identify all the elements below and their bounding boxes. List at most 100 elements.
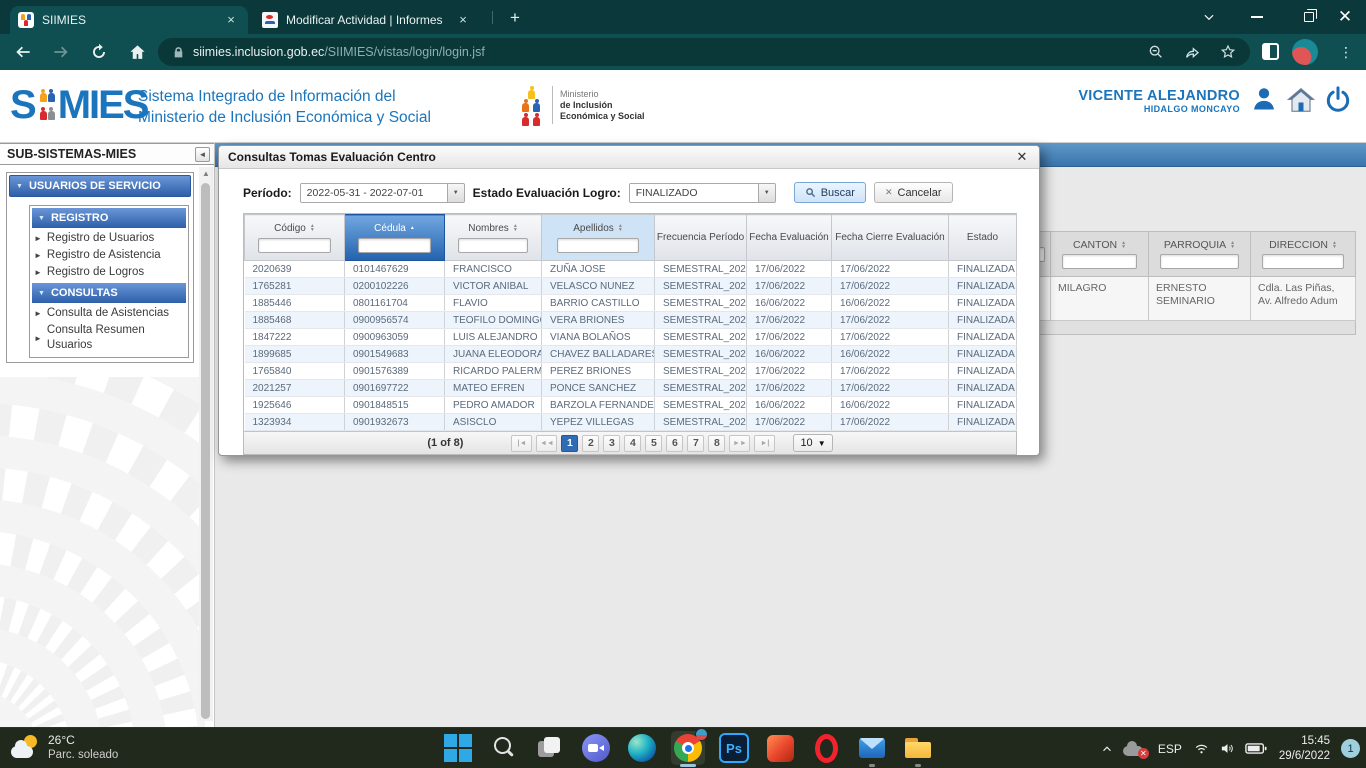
table-row[interactable]: 20212570901697722MATEO EFRENPONCE SANCHE…	[245, 380, 1017, 397]
page-button-4[interactable]: 4	[624, 435, 641, 452]
new-tab-button[interactable]: +	[504, 7, 526, 29]
search-taskbar-button[interactable]	[487, 731, 521, 765]
column-header-nombres[interactable]: Nombres▲▼	[445, 215, 542, 261]
profile-avatar[interactable]	[1292, 39, 1318, 65]
estado-select[interactable]: FINALIZADO ▼	[629, 183, 776, 203]
sort-icon[interactable]: ▲▼	[310, 224, 315, 232]
notification-count-badge[interactable]: 1	[1341, 739, 1360, 758]
share-icon[interactable]	[1184, 44, 1200, 60]
onedrive-error-icon[interactable]: ✕	[1123, 741, 1147, 757]
column-header-frecuencia-período[interactable]: Frecuencia Período	[655, 215, 747, 261]
page-button-7[interactable]: 7	[687, 435, 704, 452]
table-row[interactable]: 18854460801161704FLAVIOBARRIO CASTILLOSE…	[245, 295, 1017, 312]
column-header-apellidos[interactable]: Apellidos▲▼	[542, 215, 655, 261]
page-button-2[interactable]: 2	[582, 435, 599, 452]
sort-icon[interactable]: ▲▼	[513, 224, 518, 232]
dropdown-arrow-icon[interactable]: ▼	[447, 184, 464, 202]
background-column-parroquia[interactable]: PARROQUIA▲▼	[1149, 231, 1251, 277]
menu-item-registro-de-usuarios[interactable]: ►Registro de Usuarios	[30, 230, 188, 247]
tab-search-chevron-icon[interactable]	[1188, 0, 1230, 34]
start-taskbar-button[interactable]	[441, 731, 475, 765]
menu-item-consulta-resumen-usuarios[interactable]: ►Consulta Resumen Usuarios	[30, 322, 188, 354]
period-select[interactable]: 2022-05-31 - 2022-07-01 ▼	[300, 183, 465, 203]
column-header-código[interactable]: Código▲▼	[245, 215, 345, 261]
taskview-taskbar-button[interactable]	[533, 731, 567, 765]
tray-chevron-up-icon[interactable]	[1100, 742, 1114, 756]
menu-section-consultas[interactable]: ▼CONSULTAS	[32, 283, 186, 303]
page-button-8[interactable]: 8	[708, 435, 725, 452]
office-taskbar-button[interactable]	[763, 731, 797, 765]
logout-power-icon[interactable]	[1324, 85, 1354, 115]
page-button-3[interactable]: 3	[603, 435, 620, 452]
tab-close-icon[interactable]: ×	[454, 11, 472, 29]
column-filter-input[interactable]	[358, 238, 430, 253]
menu-section-registro[interactable]: ▼REGISTRO	[32, 208, 186, 228]
menu-item-registro-de-logros[interactable]: ►Registro de Logros	[30, 264, 188, 281]
table-row[interactable]: 17658400901576389RICARDO PALERMOPEREZ BR…	[245, 363, 1017, 380]
side-panel-icon[interactable]	[1262, 43, 1279, 60]
wifi-icon[interactable]	[1193, 741, 1210, 756]
tab-modificar-actividad[interactable]: Modificar Actividad | Informes M ×	[254, 6, 480, 34]
column-filter-input[interactable]	[1062, 254, 1138, 269]
opera-taskbar-button[interactable]	[809, 731, 843, 765]
photoshop-taskbar-button[interactable]: Ps	[717, 731, 751, 765]
menu-item-consulta-de-asistencias[interactable]: ►Consulta de Asistencias	[30, 305, 188, 322]
table-row[interactable]: 17652810200102226VICTOR ANIBALVELASCO NU…	[245, 278, 1017, 295]
background-column-direccion[interactable]: DIRECCION▲▼	[1251, 231, 1356, 277]
clock[interactable]: 15:45 29/6/2022	[1279, 734, 1330, 764]
column-filter-input[interactable]	[1160, 254, 1239, 269]
sidebar-scrollbar[interactable]: ▲	[199, 167, 213, 721]
column-filter-input[interactable]	[458, 238, 528, 253]
page-button-5[interactable]: 5	[645, 435, 662, 452]
background-column-canton[interactable]: CANTON▲▼	[1051, 231, 1149, 277]
table-row[interactable]: 18996850901549683JUANA ELEODORACHAVEZ BA…	[245, 346, 1017, 363]
buscar-button[interactable]: Buscar	[794, 182, 866, 203]
column-header-fecha-cierre-evaluación[interactable]: Fecha Cierre Evaluación	[832, 215, 949, 261]
weather-widget[interactable]: 26°C Parc. soleado	[10, 732, 118, 762]
dropdown-arrow-icon[interactable]: ▼	[758, 184, 775, 202]
table-row[interactable]: 18854680900956574TEOFILO DOMINGOVERA BRI…	[245, 312, 1017, 329]
user-profile-icon[interactable]	[1250, 85, 1280, 115]
window-minimize-button[interactable]	[1236, 0, 1278, 34]
column-header-fecha-evaluación[interactable]: Fecha Evaluación	[747, 215, 832, 261]
page-button-1[interactable]: 1	[561, 435, 578, 452]
sort-icon[interactable]: ▲▼	[618, 224, 623, 232]
next-page-button[interactable]: ►►	[729, 435, 750, 452]
back-icon[interactable]	[12, 41, 34, 63]
table-row[interactable]: 18472220900963059LUIS ALEJANDROVIANA BOL…	[245, 329, 1017, 346]
home-nav-icon[interactable]	[1286, 85, 1316, 115]
tab-siimies[interactable]: SIIMIES ×	[10, 6, 248, 34]
column-filter-input[interactable]	[1262, 254, 1343, 269]
zoom-icon[interactable]	[1148, 44, 1164, 60]
chrome-taskbar-button[interactable]	[671, 731, 705, 765]
tab-close-icon[interactable]: ×	[222, 11, 240, 29]
language-indicator[interactable]: ESP	[1158, 742, 1182, 756]
bookmark-star-icon[interactable]	[1220, 44, 1236, 60]
scrollbar-thumb[interactable]	[201, 183, 210, 719]
rows-per-page-select[interactable]: 10 ▼	[793, 434, 832, 452]
edge-taskbar-button[interactable]	[625, 731, 659, 765]
menu-section-usuarios-de-servicio[interactable]: ▼ USUARIOS DE SERVICIO	[9, 175, 191, 197]
dialog-title-bar[interactable]: Consultas Tomas Evaluación Centro ✕	[219, 146, 1039, 169]
cancelar-button[interactable]: ✕ Cancelar	[874, 182, 953, 203]
mail-taskbar-button[interactable]	[855, 731, 889, 765]
column-filter-input[interactable]	[258, 238, 330, 253]
battery-icon[interactable]	[1245, 741, 1267, 756]
window-close-button[interactable]: ✕	[1324, 0, 1366, 34]
table-row[interactable]: 19256460901848515PEDRO AMADORBARZOLA FER…	[245, 397, 1017, 414]
table-row[interactable]: 13239340901932673ASISCLOYEPEZ VILLEGASSE…	[245, 414, 1017, 431]
forward-icon[interactable]	[50, 41, 72, 63]
reload-icon[interactable]	[88, 41, 110, 63]
column-header-estado[interactable]: Estado	[949, 215, 1017, 261]
table-row[interactable]: 20206390101467629FRANCISCOZUÑA JOSESEMES…	[245, 261, 1017, 278]
explorer-taskbar-button[interactable]	[901, 731, 935, 765]
previous-page-button[interactable]: ◄◄	[536, 435, 557, 452]
column-header-cédula[interactable]: Cédula▲	[345, 215, 445, 261]
column-filter-input[interactable]	[557, 238, 639, 253]
scroll-up-icon[interactable]: ▲	[199, 167, 213, 181]
address-bar[interactable]: siimies.inclusion.gob.ec/SIIMIES/vistas/…	[158, 38, 1250, 66]
last-page-button[interactable]: ►|	[754, 435, 775, 452]
page-button-6[interactable]: 6	[666, 435, 683, 452]
menu-item-registro-de-asistencia[interactable]: ►Registro de Asistencia	[30, 247, 188, 264]
browser-menu-icon[interactable]: ⋮	[1336, 40, 1356, 64]
